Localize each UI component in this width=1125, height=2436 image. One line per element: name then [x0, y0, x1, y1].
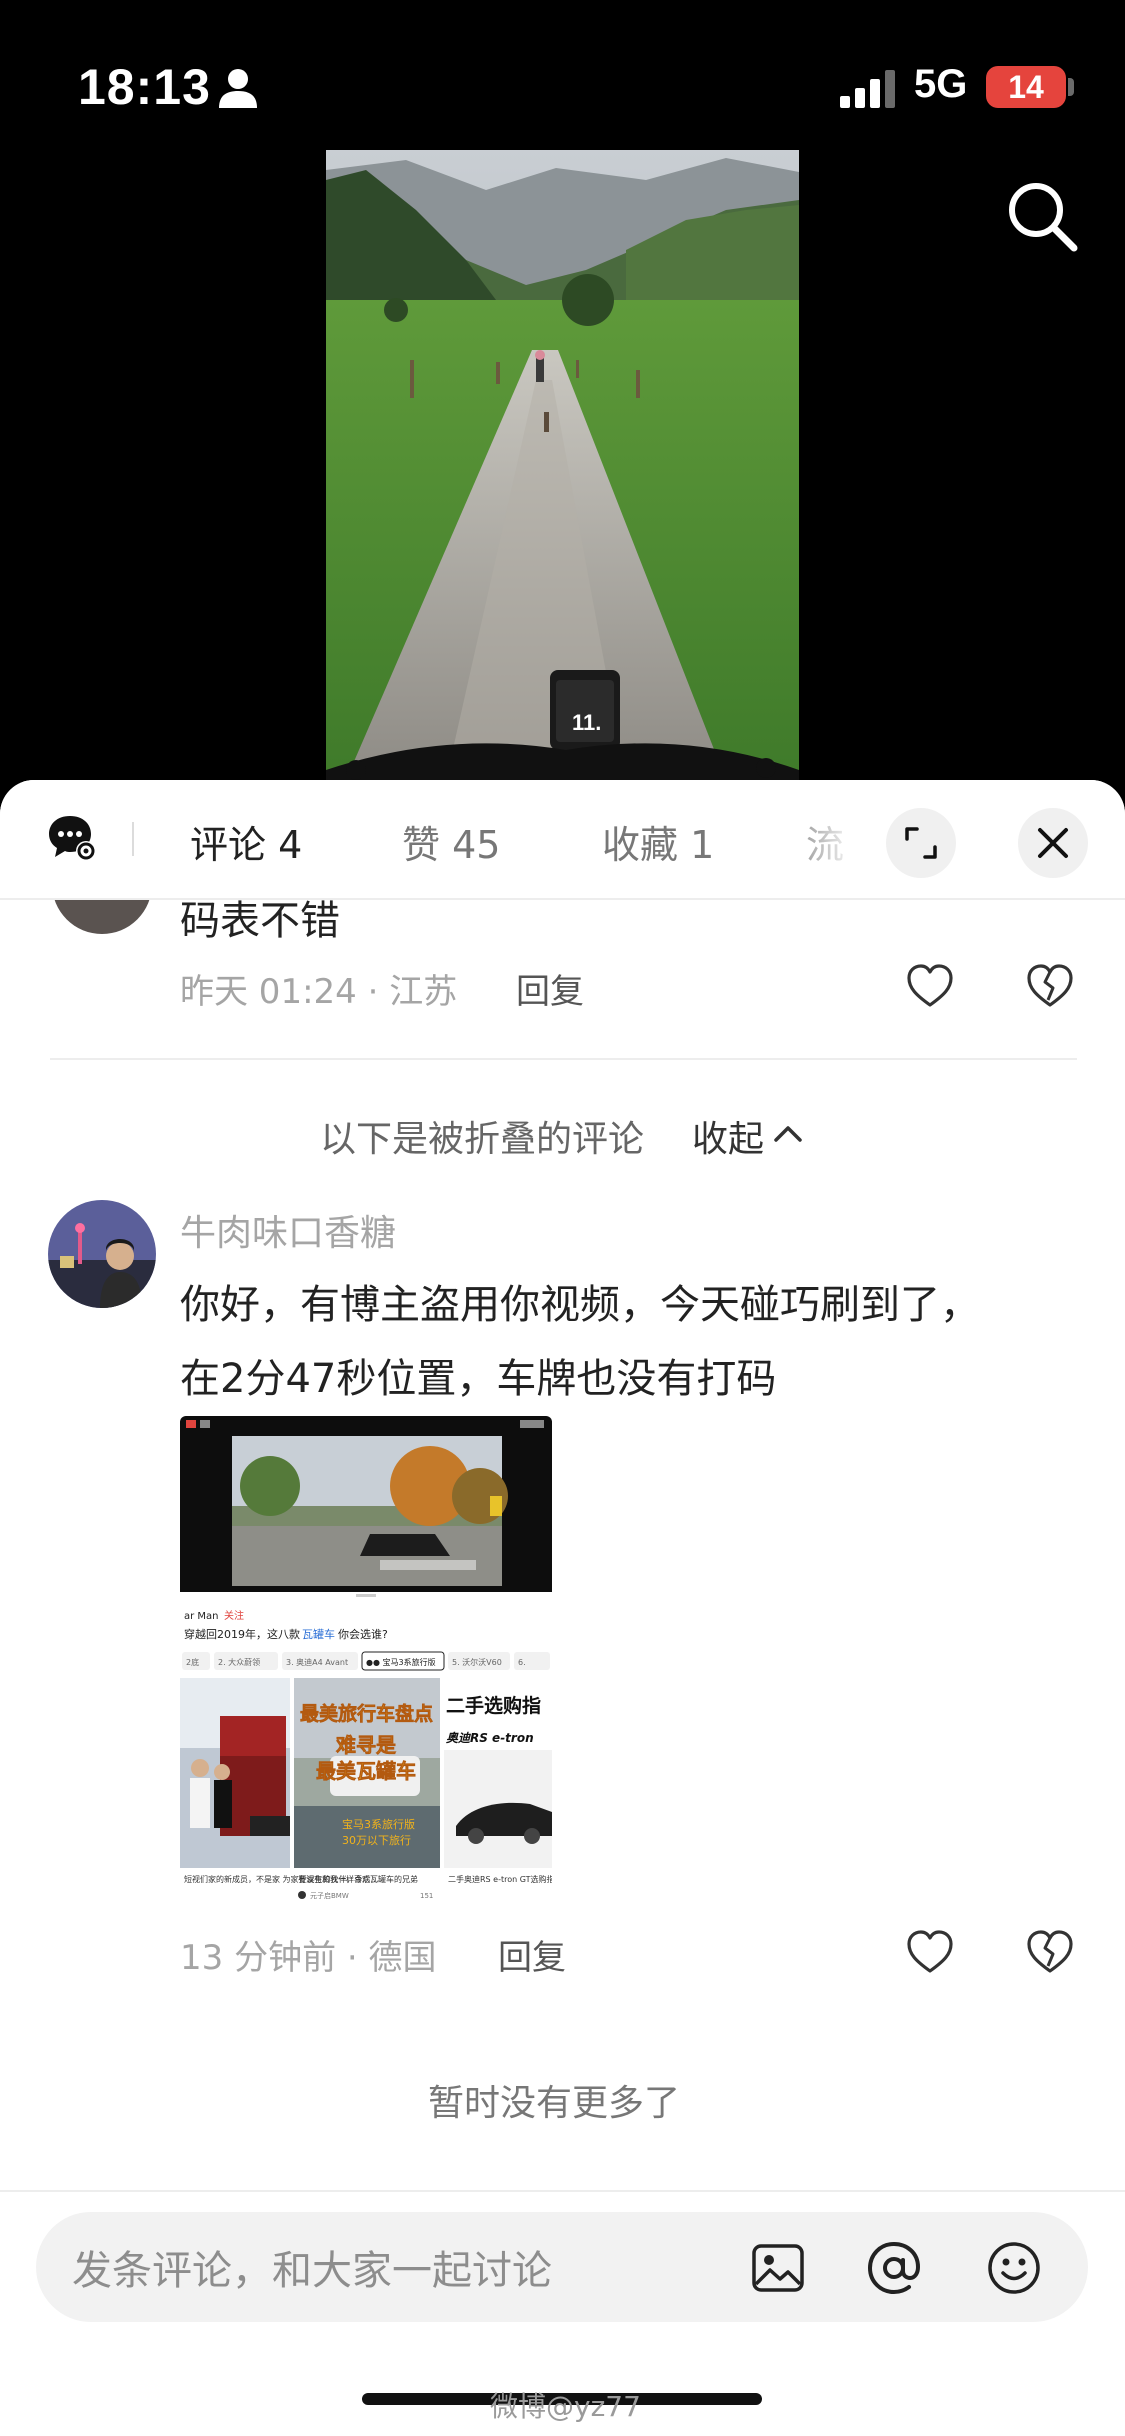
comments-sheet: 评论 4 赞 45 收藏 1 流 码表不错 昨天 01:24 · 江苏 回复 — [0, 780, 1125, 2436]
comment-text-line2: 在2分47秒位置，车牌也没有打码 — [180, 1356, 777, 1402]
thumb-follow: 关注 — [224, 1609, 244, 1622]
no-more-comments: 暂时没有更多了 — [428, 2083, 681, 2124]
thumb-card2-author: 元子启BMW — [310, 1891, 349, 1900]
network-type: 5G — [914, 62, 968, 106]
watermark: 微博@yz77 — [490, 2390, 641, 2423]
thumb-chip-2: 2. 大众蔚领 — [218, 1657, 260, 1667]
mention-at-icon[interactable] — [866, 2240, 922, 2296]
close-button[interactable] — [1018, 808, 1088, 878]
avatar-image — [48, 1200, 156, 1308]
comment-text-line1: 你好，有博主盗用你视频，今天碰巧刷到了， — [180, 1282, 980, 1328]
collapse-folded-button[interactable]: 收起 — [692, 1110, 764, 1162]
thumb-headline-b: 瓦罐车 — [302, 1627, 335, 1641]
thumb-headline-c: 你会选谁? — [338, 1628, 388, 1641]
video-frame: 11. — [326, 150, 799, 780]
thumb-chip-4: ●● 宝马3系旅行版 — [366, 1657, 436, 1667]
cellular-signal-icon — [840, 70, 895, 108]
thumb-card3-sub: 奥迪RS e-tron — [446, 1731, 534, 1745]
comments-tab-bar: 评论 4 赞 45 收藏 1 流 — [0, 780, 1125, 900]
expand-icon — [905, 827, 937, 859]
tab-comments[interactable]: 评论 4 — [190, 814, 302, 869]
thumb-author: ar Man — [184, 1611, 219, 1622]
thumb-card2-tag2: 30万以下旅行 — [342, 1833, 411, 1847]
comment-meta: 13 分钟前 · 德国 — [180, 1938, 437, 1978]
attached-image-content: ar Man 关注 穿越回2019年，这八款 瓦罐车 你会选谁? 2底 2. 大… — [180, 1416, 552, 1914]
emoji-icon[interactable] — [986, 2240, 1042, 2296]
thumb-card2-likes: 151 — [420, 1892, 433, 1900]
like-heart-icon[interactable] — [904, 960, 956, 1012]
tab-likes[interactable]: 赞 45 — [402, 814, 500, 869]
tab-fade — [780, 780, 890, 896]
tab-favorites[interactable]: 收藏 1 — [602, 814, 714, 869]
image-picker-icon[interactable] — [750, 2240, 806, 2296]
thumb-chip-5: 5. 沃尔沃V60 — [452, 1657, 502, 1667]
thumb-card2-tag1: 宝马3系旅行版 — [342, 1817, 415, 1831]
search-icon[interactable] — [1004, 178, 1080, 254]
comment-input[interactable]: 发条评论，和大家一起讨论 — [36, 2212, 1088, 2322]
thumb-chip-6: 6. — [518, 1658, 526, 1667]
thumb-card2-caption: 有没有和我一样喜欢瓦罐车的兄弟 — [298, 1874, 418, 1884]
video-player[interactable]: 11. — [326, 150, 799, 780]
thumb-chip-3: 3. 奥迪A4 Avant — [286, 1657, 348, 1667]
thumb-card2-title3: 最美瓦罐车 — [316, 1759, 416, 1783]
comment-username[interactable]: 牛肉味口香糖 — [180, 1204, 396, 1256]
svg-text:11.: 11. — [572, 710, 601, 735]
battery-level: 14 — [986, 66, 1066, 108]
reply-button[interactable]: 回复 — [516, 964, 584, 1013]
thumb-card2-title1: 最美旅行车盘点 — [300, 1702, 433, 1725]
comment-attached-image[interactable]: ar Man 关注 穿越回2019年，这八款 瓦罐车 你会选谁? 2底 2. 大… — [180, 1416, 552, 1914]
folded-comments-label: 以下是被折叠的评论 — [320, 1119, 645, 1160]
input-divider — [0, 2190, 1125, 2192]
battery-cap — [1068, 78, 1074, 96]
like-heart-icon[interactable] — [904, 1926, 956, 1978]
thumb-headline-a: 穿越回2019年，这八款 — [184, 1627, 300, 1641]
tab-divider — [132, 822, 134, 856]
thumb-card2-title2: 难寻是 — [335, 1733, 396, 1757]
person-icon — [219, 69, 257, 108]
comment-settings-icon[interactable] — [46, 812, 98, 864]
chevron-up-icon[interactable] — [772, 1122, 804, 1146]
thumb-chip-1: 2底 — [186, 1657, 199, 1667]
comment-input-placeholder: 发条评论，和大家一起讨论 — [72, 2248, 552, 2294]
thumb-card3-caption: 二手奥迪RS e-tron GT选购指 被低估的好车! — [448, 1874, 552, 1884]
reply-button[interactable]: 回复 — [498, 1930, 566, 1979]
avatar[interactable] — [48, 1200, 156, 1308]
expand-button[interactable] — [886, 808, 956, 878]
comment-meta: 昨天 01:24 · 江苏 — [180, 972, 458, 1012]
dislike-broken-heart-icon[interactable] — [1024, 1926, 1076, 1978]
thumb-card3-title: 二手选购指 — [446, 1694, 541, 1717]
status-time: 18:13 — [78, 59, 211, 115]
comment-divider — [50, 1058, 1077, 1060]
dislike-broken-heart-icon[interactable] — [1024, 960, 1076, 1012]
close-icon — [1038, 828, 1068, 858]
